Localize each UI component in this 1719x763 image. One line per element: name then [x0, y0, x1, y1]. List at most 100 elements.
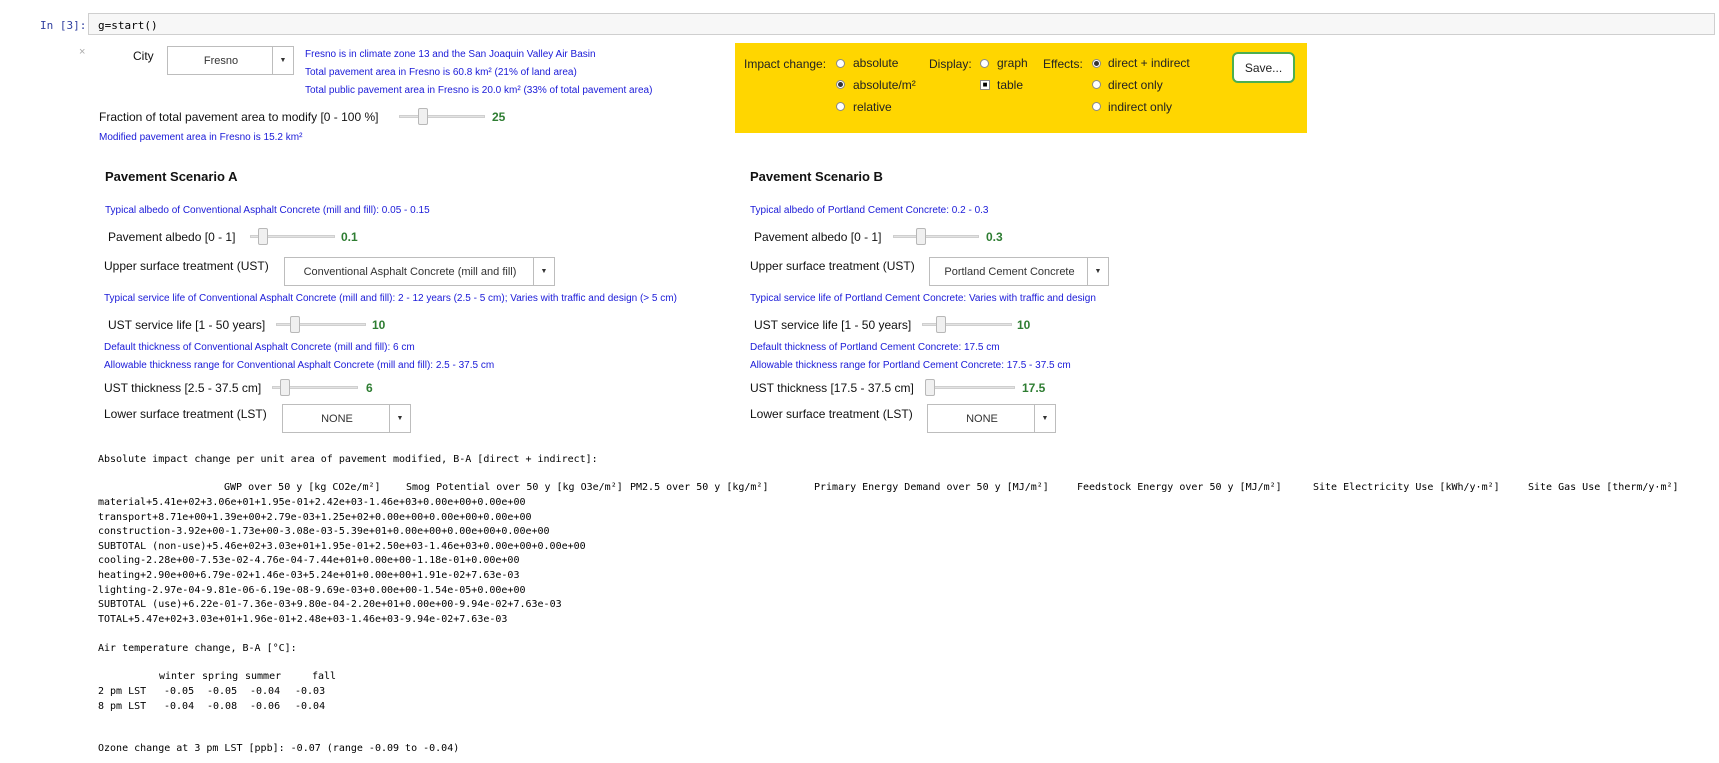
- impact-absolute-radio[interactable]: [836, 59, 845, 68]
- display-table-checkbox[interactable]: ■: [980, 80, 990, 90]
- scenario-a-thickness-slider[interactable]: [272, 379, 358, 397]
- slider-thumb[interactable]: [290, 316, 301, 333]
- table-cell: +1.39e+00: [206, 511, 261, 523]
- slider-thumb[interactable]: [279, 379, 290, 396]
- scenario-b-thickness-range: Allowable thickness range for Portland C…: [750, 360, 1071, 371]
- ozone-text: Ozone change at 3 pm LST [ppb]: -0.07 (r…: [98, 743, 460, 754]
- table-cell: -4.76e-04: [248, 555, 303, 567]
- scenario-b-albedo-slider[interactable]: [893, 228, 979, 246]
- slider-thumb[interactable]: [915, 228, 926, 245]
- city-dropdown[interactable]: Fresno ▼: [167, 46, 294, 75]
- table-row: SUBTOTAL (use)+6.22e-01-7.36e-03+9.80e-0…: [98, 599, 1698, 610]
- city-dropdown-value: Fresno: [203, 54, 239, 67]
- scenario-a-albedo-slider[interactable]: [250, 228, 335, 246]
- table-cell: +7.63e-03: [507, 599, 562, 611]
- table-cell: -6.19e-08: [254, 584, 309, 596]
- table-cell: -1.46e+03: [423, 540, 478, 552]
- slider-track: [399, 115, 485, 118]
- effects-indirect-only-radio[interactable]: [1092, 102, 1101, 111]
- slider-track: [925, 386, 1015, 389]
- slider-thumb[interactable]: [257, 228, 268, 245]
- table-cell: +2.79e-03: [260, 511, 315, 523]
- fraction-slider[interactable]: [399, 108, 485, 126]
- table-cell: -7.53e-02: [194, 555, 249, 567]
- table-cell: +7.63e-03: [453, 613, 508, 625]
- impact-absolute-m2-radio[interactable]: [836, 80, 845, 89]
- table-row-label: SUBTOTAL (non-use): [98, 540, 207, 552]
- table-cell: +6.79e-02: [194, 570, 249, 581]
- table-cell: +3.03e+01: [182, 613, 237, 625]
- scenario-a-ust-dropdown[interactable]: Conventional Asphalt Concrete (mill and …: [284, 257, 555, 286]
- code-cell[interactable]: [88, 13, 1715, 35]
- scenario-b-thickness-label: UST thickness [17.5 - 37.5 cm]: [750, 381, 914, 395]
- table-cell: -9.69e-03: [308, 584, 363, 596]
- cell-prompt: In [3]:: [40, 19, 87, 32]
- table-cell: +2.48e+03: [290, 613, 345, 625]
- table-cell: +0.00e+00: [399, 599, 454, 611]
- scenario-a-title: Pavement Scenario A: [105, 169, 238, 184]
- scenario-b-ust-dropdown[interactable]: Portland Cement Concrete ▼: [929, 257, 1109, 286]
- table-cell: +5.41e+02: [146, 497, 201, 508]
- table-cell: -0.03: [295, 686, 326, 697]
- table-row: lighting-2.97e-04-9.81e-06-6.19e-08-9.69…: [98, 585, 1698, 596]
- scenario-b-lst-dropdown[interactable]: NONE ▼: [927, 404, 1056, 433]
- air-temp-caption: Air temperature change, B-A [°C]:: [98, 643, 297, 654]
- effects-direct-indirect-radio[interactable]: [1092, 59, 1101, 68]
- scenario-b-ust-value: Portland Cement Concrete: [944, 265, 1075, 278]
- scenario-a-service-life-label: UST service life [1 - 50 years]: [108, 318, 266, 332]
- air-temp-header-spring: spring: [202, 671, 239, 682]
- table-cell: +0.00e+00: [471, 584, 526, 596]
- table-cell: +3.03e+01: [260, 540, 315, 552]
- impact-table-header-1: Smog Potential over 50 y [kg O3e/m²]: [406, 482, 623, 493]
- scenario-b-thickness-value: 17.5: [1022, 381, 1046, 395]
- table-row-label: material: [98, 497, 147, 508]
- table-cell: +5.47e+02: [128, 613, 183, 625]
- table-cell: -1.46e+03: [362, 497, 418, 508]
- slider-thumb[interactable]: [936, 316, 947, 333]
- table-cell: -9.94e-02: [399, 613, 454, 625]
- table-cell: +1.96e-01: [236, 613, 291, 625]
- slider-thumb[interactable]: [925, 379, 935, 396]
- table-cell: +0.00e+00: [356, 555, 412, 567]
- display-graph-toggle[interactable]: [980, 59, 989, 68]
- impact-change-label: Impact change:: [744, 57, 827, 71]
- table-row: transport+8.71e+00+1.39e+00+2.79e-03+1.2…: [98, 512, 1698, 523]
- scenario-a-service-life-slider[interactable]: [276, 316, 366, 334]
- effects-direct-only-label: direct only: [1108, 78, 1163, 92]
- table-cell: -0.04: [295, 700, 326, 712]
- scenario-a-lst-dropdown[interactable]: NONE ▼: [282, 404, 411, 433]
- table-row-label: heating: [98, 570, 141, 581]
- air-temp-header-summer: summer: [245, 671, 282, 682]
- close-output-icon[interactable]: ×: [79, 46, 85, 58]
- table-cell: -5.39e+01: [332, 526, 387, 538]
- scenario-b-thickness-slider[interactable]: [925, 379, 1015, 397]
- table-cell: -7.36e-03: [236, 599, 291, 611]
- scenario-a-albedo-value: 0.1: [341, 230, 358, 244]
- table-cell: +0.00e+00: [477, 511, 532, 523]
- display-label: Display:: [929, 57, 972, 71]
- impact-absolute-m2-label: absolute/m²: [853, 78, 916, 92]
- table-cell: -2.28e+00: [140, 555, 195, 567]
- table-cell: +0.00e+00: [465, 555, 520, 567]
- impact-relative-radio[interactable]: [836, 102, 845, 111]
- slider-thumb[interactable]: [418, 108, 428, 125]
- scenario-b-albedo-typical: Typical albedo of Portland Cement Concre…: [750, 205, 989, 216]
- scenario-a-thickness-label: UST thickness [2.5 - 37.5 cm]: [104, 381, 262, 395]
- impact-table-header-5: Site Electricity Use [kWh/y·m²]: [1313, 482, 1500, 493]
- table-cell: +0.00e+00: [471, 497, 526, 508]
- table-row-label: SUBTOTAL (use): [98, 599, 183, 611]
- slider-track: [893, 235, 979, 238]
- scenario-b-title: Pavement Scenario B: [750, 169, 883, 184]
- fraction-value: 25: [492, 110, 506, 124]
- scenario-b-lst-value: NONE: [966, 412, 998, 425]
- scenario-b-ust-label: Upper surface treatment (UST): [750, 259, 915, 273]
- table-cell: +5.24e+01: [302, 570, 357, 581]
- table-cell: +0.00e+00: [441, 526, 496, 538]
- effects-direct-only-radio[interactable]: [1092, 80, 1101, 89]
- scenario-b-service-life-slider[interactable]: [922, 316, 1012, 334]
- table-cell: +0.00e+00: [368, 511, 424, 523]
- table-row-label: transport: [98, 511, 153, 523]
- table-cell: -9.81e-06: [200, 584, 255, 596]
- table-row: material+5.41e+02+3.06e+01+1.95e-01+2.42…: [98, 497, 1698, 508]
- save-button[interactable]: Save...: [1232, 52, 1295, 83]
